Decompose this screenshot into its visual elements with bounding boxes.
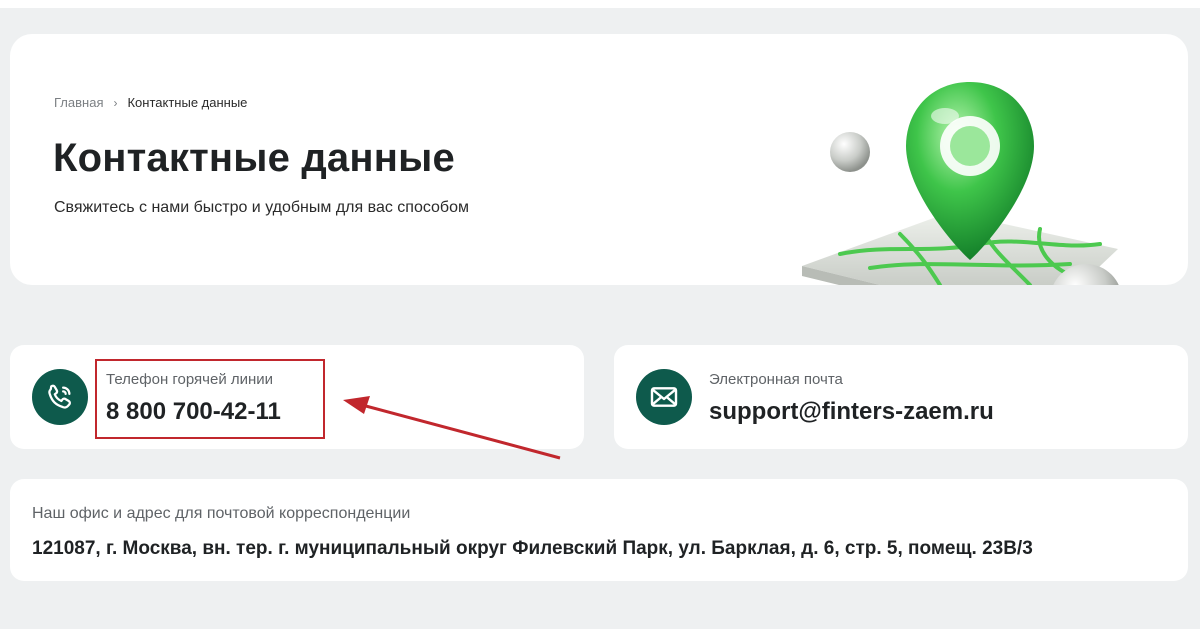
page-title: Контактные данные: [53, 136, 455, 180]
email-link[interactable]: support@finters-zaem.ru: [709, 398, 994, 426]
map-pin-illustration: [802, 82, 1119, 285]
hero-banner: Главная › Контактные данные Контактные д…: [10, 34, 1188, 285]
breadcrumb-separator-icon: ›: [113, 95, 118, 110]
breadcrumb-current: Контактные данные: [127, 95, 248, 110]
contacts-page: Главная › Контактные данные Контактные д…: [0, 0, 1200, 629]
email-label: Электронная почта: [709, 371, 843, 388]
phone-highlight-box: [95, 359, 325, 439]
address-value: 121087, г. Москва, вн. тер. г. муниципал…: [32, 538, 1033, 559]
email-card: Электронная почта support@finters-zaem.r…: [614, 345, 1188, 449]
phone-icon: [32, 369, 88, 425]
envelope-icon: [636, 369, 692, 425]
page-subtitle: Свяжитесь с нами быстро и удобным для ва…: [54, 199, 469, 216]
top-bar: [0, 0, 1200, 8]
breadcrumb-home-link[interactable]: Главная: [54, 95, 103, 110]
breadcrumb: Главная › Контактные данные: [54, 95, 247, 110]
address-card: Наш офис и адрес для почтовой корреспонд…: [10, 479, 1188, 581]
address-label: Наш офис и адрес для почтовой корреспонд…: [32, 505, 411, 522]
